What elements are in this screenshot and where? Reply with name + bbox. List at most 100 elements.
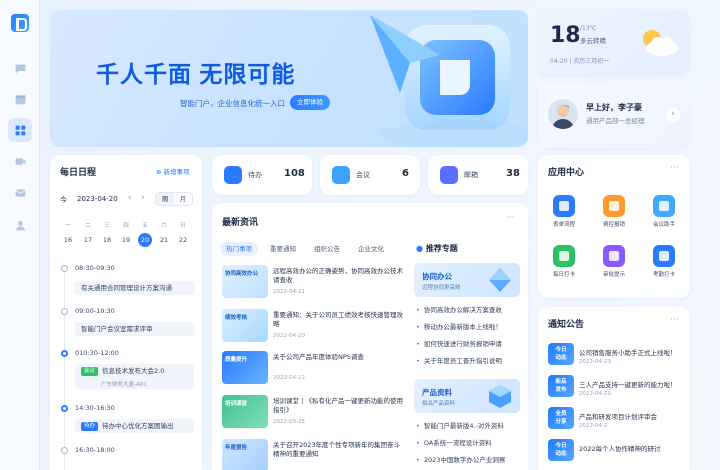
news-thumbnail-text: 协同高效办公 [225,271,259,277]
add-event-label: 新增事项 [163,168,190,176]
topic-item[interactable]: 2023中国数字办公产业洞察 [416,454,506,464]
app-daily-checkin[interactable]: 每日打卡 [544,245,584,278]
day-cell[interactable]: 21 [157,233,171,247]
notice-badge: 新品 发布 [548,375,574,397]
topic-item[interactable]: 移动办公最新版本上线啦！ [416,321,502,331]
stat-todo[interactable]: 待办 108 [212,155,312,195]
news-item-title[interactable]: 远程高效办公的正确姿势，协同高效办公技术请查收 [273,267,403,285]
timeline-dot [61,447,68,454]
news-thumbnail-text: 绩效考核 [225,315,248,321]
weather-card: 18 /13℃ 多云转晴 04-20 | 农历三月初一 [538,10,690,75]
app-center-title: 应用中心 [548,168,585,178]
notice-badge: 今日 动态 [548,439,574,461]
app-label: 每日打卡 [552,272,575,278]
news-thumbnail-text: 质量提升 [225,357,248,363]
news-thumbnail-text: 年度报告 [225,445,248,451]
topic-card-title: 协同办公 [422,272,452,281]
day-cell[interactable]: 17 [81,233,95,247]
stat-value: 6 [402,168,409,179]
more-icon[interactable]: ··· [506,213,515,223]
day-cell[interactable]: 22 [176,233,190,247]
stat-label: 待办 [248,171,262,179]
topic-card[interactable]: 协同办公 远程协同更高效 [414,263,520,297]
prev-week-button[interactable]: ‹ [128,193,132,203]
event-item[interactable]: 有关通用合同管理设计方案沟通 [75,281,194,295]
form-icon [553,195,575,217]
view-month-tab[interactable]: 月 [174,193,192,205]
news-item-title[interactable]: 培训课堂丨《私有化产品一键更新功能的使用指引》 [273,397,403,415]
news-thumbnail[interactable]: 绩效考核 [222,309,268,342]
topic-card-sub: 相关产品资料 [422,401,456,407]
weekday-label: 一 [65,223,71,229]
clock-icon [553,245,575,267]
event-time: 16:30-18:00 [75,446,115,454]
event-item[interactable]: 智能门户会议室需求评审 [75,322,194,336]
schedule-title: 每日日程 [60,168,97,178]
next-week-button[interactable]: › [141,193,145,203]
event-time: 14:30-16:30 [75,404,115,412]
notice-badge: 全员 分享 [548,407,574,429]
news-thumbnail[interactable]: 协同高效办公 [222,265,268,298]
banner-cta-button[interactable]: 立即体验 [290,95,330,110]
news-item-title[interactable]: 关于公司产品年度体验NPS调查 [273,353,403,362]
news-thumbnail[interactable]: 培训课堂 [222,395,268,428]
chevron-right-icon[interactable]: › [666,108,680,122]
weather-range: /13℃ [580,25,597,32]
app-logo[interactable] [11,14,29,32]
notice-item-title[interactable]: 产品和研发项目计划评审会 [579,411,657,421]
app-meeting[interactable]: 会议助手 [644,195,684,228]
stat-mailbox[interactable]: 邮箱 38 [428,155,528,195]
app-form-flow[interactable]: 表单流程 [544,195,584,228]
app-expense[interactable]: 费控报销 [594,195,634,228]
topic-item[interactable]: OA系统一流程设计资料 [416,437,492,447]
greeting-role: 通用产品部一总经理 [586,117,645,125]
topic-card-sub: 远程协同更高效 [422,285,461,291]
message-icon[interactable] [8,56,32,80]
news-tab-hot[interactable]: 热门事项 [220,242,258,256]
calendar-icon[interactable] [8,87,32,111]
topic-item[interactable]: 协同高效办公解决方案查收 [416,304,502,314]
news-thumbnail[interactable]: 年度报告 [222,439,268,470]
mail-icon [440,166,458,184]
news-tab-org[interactable]: 组织公告 [308,242,346,256]
notice-item-title[interactable]: 三人产品支持一键更新的能力啦！ [579,379,677,389]
topic-card[interactable]: 产品资料 相关产品资料 [414,379,520,413]
topic-item[interactable]: 智能门户最新版4.-对外资料 [416,420,504,430]
expense-icon [603,195,625,217]
day-cell[interactable]: 18 [100,233,114,247]
news-tab-notice[interactable]: 重要通知 [264,242,302,256]
news-thumbnail[interactable]: 质量提升 [222,351,268,384]
today-button[interactable]: 今 [60,195,67,205]
weekday-label: 日 [180,223,186,229]
news-item-date: 2022-04-22 [273,375,305,381]
event-item[interactable]: 待办 待办中心优化方案图输出 [75,419,194,433]
add-event-button[interactable]: ⊕ 新增事项 [156,166,190,176]
weekday-label: 六 [161,223,167,229]
topics-title-text: 推荐专题 [425,244,458,253]
news-item-title[interactable]: 关于召开2023年度个性专项新年的集团奋斗精神的重要通知 [273,441,403,459]
news-item-title[interactable]: 重要通知：关于公司员工绩效考核快速管理攻略 [273,311,403,329]
mail-icon[interactable] [8,180,32,204]
notice-item-title[interactable]: 2022每个人协作精神的研讨 [579,443,661,453]
day-cell[interactable]: 16 [61,233,75,247]
more-icon[interactable]: ··· [670,163,679,173]
weekday-label: 三 [104,223,110,229]
news-tab-culture[interactable]: 企业文化 [352,242,390,256]
event-time: 09:00-10:30 [75,307,115,315]
topic-item[interactable]: 如何快速进行财务报销申请 [416,338,502,348]
app-attendance[interactable]: 考勤打卡 [644,245,684,278]
day-cell[interactable]: 19 [119,233,133,247]
app-approval[interactable]: 审批提示 [594,245,634,278]
day-cell-selected[interactable]: 20 [138,233,152,247]
view-week-tab[interactable]: 周 [156,193,174,205]
more-icon[interactable]: ··· [670,315,679,325]
stat-meeting[interactable]: 会议 6 [320,155,420,195]
user-icon[interactable] [8,213,32,237]
notice-item-title[interactable]: 公司销售服务小助手正式上线啦！ [579,347,677,357]
avatar[interactable] [548,99,578,129]
topic-item[interactable]: 关于年度员工晋升指引说明 [416,355,502,365]
video-icon[interactable] [8,149,32,173]
weekday-label: 四 [123,223,129,229]
weather-temp: 18 [550,23,581,48]
grid-icon[interactable] [8,118,32,142]
